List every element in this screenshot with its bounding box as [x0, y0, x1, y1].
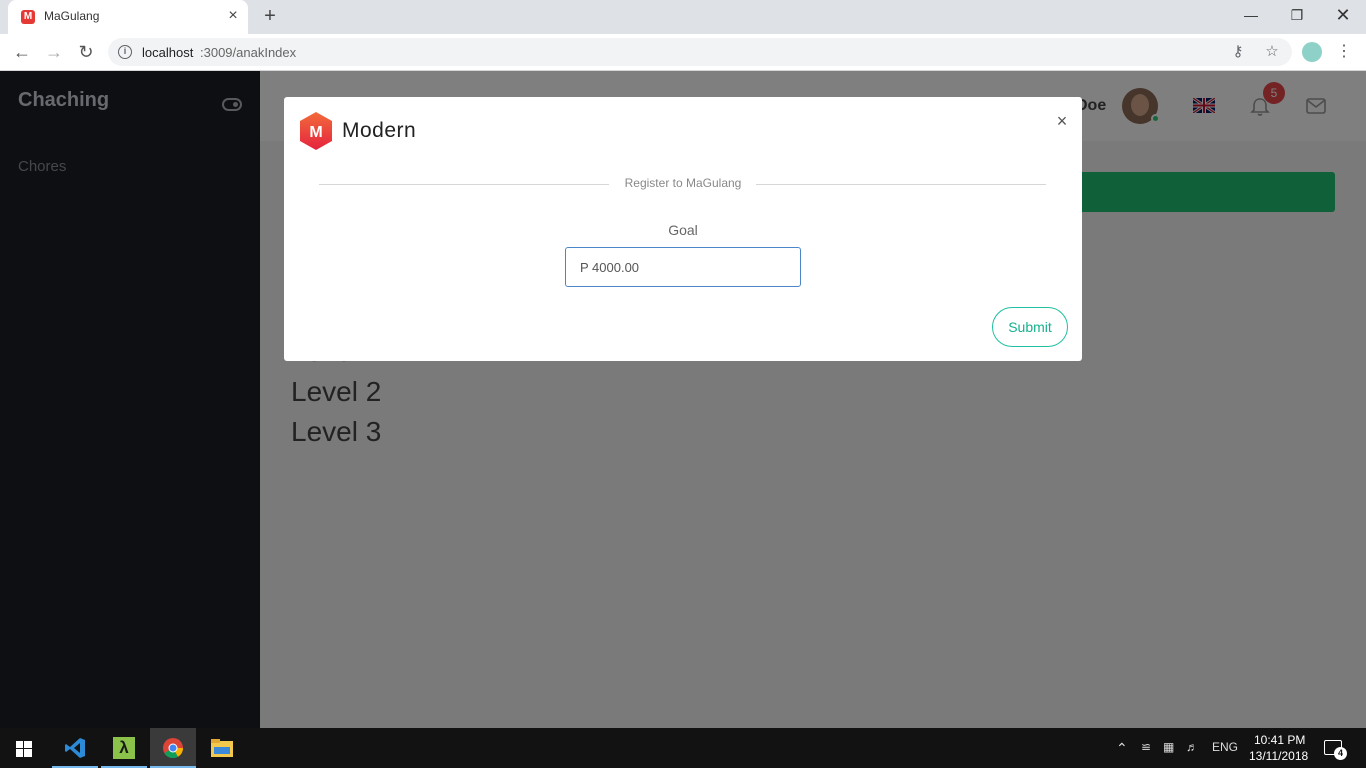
divider — [319, 184, 609, 185]
restore-button[interactable]: ❐ — [1274, 0, 1320, 30]
clock-time[interactable]: 10:41 PM — [1254, 733, 1305, 747]
divider — [756, 184, 1046, 185]
submit-button[interactable]: Submit — [992, 307, 1068, 347]
url-path: :3009/anakIndex — [200, 45, 297, 60]
app-root: Chaching Chores Doe 5 Level 1 Level 2 Le… — [0, 71, 1366, 728]
forward-icon[interactable]: → — [42, 40, 66, 64]
address-bar[interactable]: i localhost :3009/anakIndex ⚷ ☆ — [108, 38, 1292, 66]
browser-tab-bar: M MaGulang × + — ❐ ✕ — [0, 0, 1366, 34]
close-window-button[interactable]: ✕ — [1320, 0, 1366, 30]
modal-brand: Modern — [342, 119, 417, 142]
back-icon[interactable]: ← — [10, 40, 34, 64]
goal-label: Goal — [668, 222, 698, 238]
reload-icon[interactable]: ↻ — [74, 40, 98, 64]
language-indicator[interactable]: ENG — [1212, 740, 1238, 754]
key-icon[interactable]: ⚷ — [1228, 42, 1248, 62]
favicon-icon: M — [21, 10, 35, 24]
windows-taskbar: λ ⌃ ≌ ▦ ♬ ENG 10:41 PM 13/11/2018 4 — [0, 728, 1366, 768]
chrome-taskbar-icon[interactable] — [150, 728, 196, 768]
vscode-taskbar-icon[interactable] — [52, 728, 98, 768]
logo-letter: M — [309, 124, 322, 141]
volume-icon[interactable]: ♬ — [1186, 740, 1198, 754]
file-explorer-taskbar-icon[interactable] — [199, 728, 245, 768]
profile-avatar-icon[interactable] — [1302, 42, 1322, 62]
wifi-icon[interactable]: ≌ — [1141, 740, 1151, 754]
windows-start-icon[interactable] — [16, 741, 32, 757]
url-host: localhost — [142, 45, 194, 60]
action-center-badge: 4 — [1334, 747, 1347, 760]
info-icon[interactable]: i — [118, 45, 132, 59]
clock-date[interactable]: 13/11/2018 — [1249, 749, 1308, 763]
modal-close-icon[interactable]: × — [1052, 111, 1072, 131]
browser-toolbar: ← → ↻ i localhost :3009/anakIndex ⚷ ☆ ⋮ — [0, 34, 1366, 71]
tab-close-icon[interactable]: × — [224, 6, 242, 26]
tab-title: MaGulang — [44, 9, 100, 23]
star-icon[interactable]: ☆ — [1262, 42, 1282, 62]
register-modal: M Modern × Register to MaGulang Goal Sub… — [284, 97, 1082, 361]
minimize-button[interactable]: — — [1228, 0, 1274, 30]
browser-tab[interactable]: M MaGulang × — [8, 0, 248, 34]
battery-icon[interactable]: ▦ — [1163, 740, 1174, 754]
goal-input[interactable] — [565, 247, 801, 287]
lambda-app-taskbar-icon[interactable]: λ — [101, 728, 147, 768]
more-menu-icon[interactable]: ⋮ — [1336, 40, 1352, 64]
modal-subtitle: Register to MaGulang — [624, 176, 742, 190]
new-tab-button[interactable]: + — [258, 4, 282, 28]
modern-logo-icon: M — [300, 112, 332, 150]
tray-overflow-icon[interactable]: ⌃ — [1116, 740, 1128, 757]
